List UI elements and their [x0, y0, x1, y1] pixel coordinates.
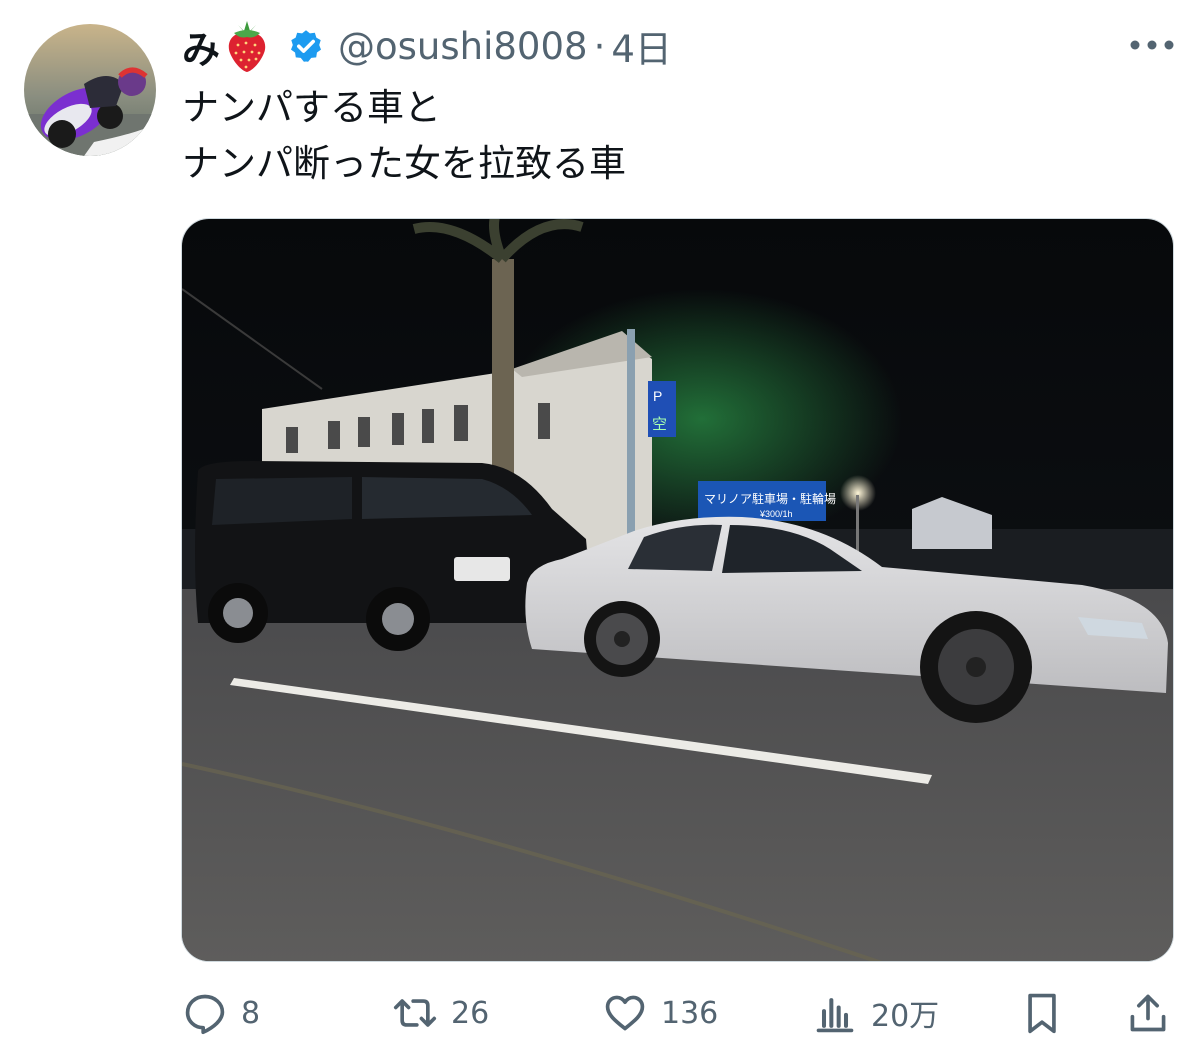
parking-sign-status: 空 — [652, 415, 667, 433]
share-icon — [1130, 994, 1166, 1032]
reply-icon — [185, 994, 225, 1035]
like-button[interactable]: 136 — [603, 985, 718, 1041]
strawberry-emoji — [228, 21, 266, 72]
separator-dot: · — [593, 24, 606, 68]
retweet-count: 26 — [451, 995, 490, 1031]
tweet-text-line-1: ナンパする車と — [182, 86, 441, 129]
retweet-button[interactable]: 26 — [393, 985, 489, 1041]
tweet-text: ナンパする車と ナンパ断った女を拉致る車 — [182, 80, 1162, 192]
like-count: 136 — [661, 995, 719, 1031]
parking-sign-text: マリノア駐車場・駐輪場 — [704, 491, 836, 506]
handle[interactable]: @osushi8008 — [338, 25, 588, 68]
views-button[interactable]: 20万 — [813, 985, 939, 1041]
parking-sign-letter: P — [653, 388, 662, 404]
tweet-photo[interactable]: P 空 マリノア駐車場・駐輪場 ¥300/1h — [181, 218, 1174, 962]
reply-button[interactable]: 8 — [183, 985, 260, 1041]
verified-badge-icon[interactable] — [288, 28, 324, 64]
parking-sign-subtext: ¥300/1h — [759, 509, 793, 519]
tweet-actions: 8 26 136 20万 — [0, 985, 1200, 1041]
views-count: 20万 — [871, 999, 940, 1034]
avatar[interactable] — [24, 24, 156, 156]
retweet-icon — [393, 999, 437, 1027]
bookmark-button[interactable] — [1020, 985, 1064, 1041]
heart-icon — [605, 995, 645, 1031]
views-chart-icon — [816, 998, 854, 1033]
bookmark-icon — [1028, 993, 1056, 1034]
share-button[interactable] — [1126, 985, 1170, 1041]
tweet-header: み @osushi8008 · 4日 — [182, 16, 672, 76]
display-name[interactable]: み — [182, 19, 220, 74]
more-options-icon[interactable] — [1128, 38, 1176, 52]
reply-count: 8 — [241, 995, 261, 1031]
tweet-text-line-2: ナンパ断った女を拉致る車 — [182, 142, 626, 185]
timestamp[interactable]: 4日 — [611, 19, 672, 73]
